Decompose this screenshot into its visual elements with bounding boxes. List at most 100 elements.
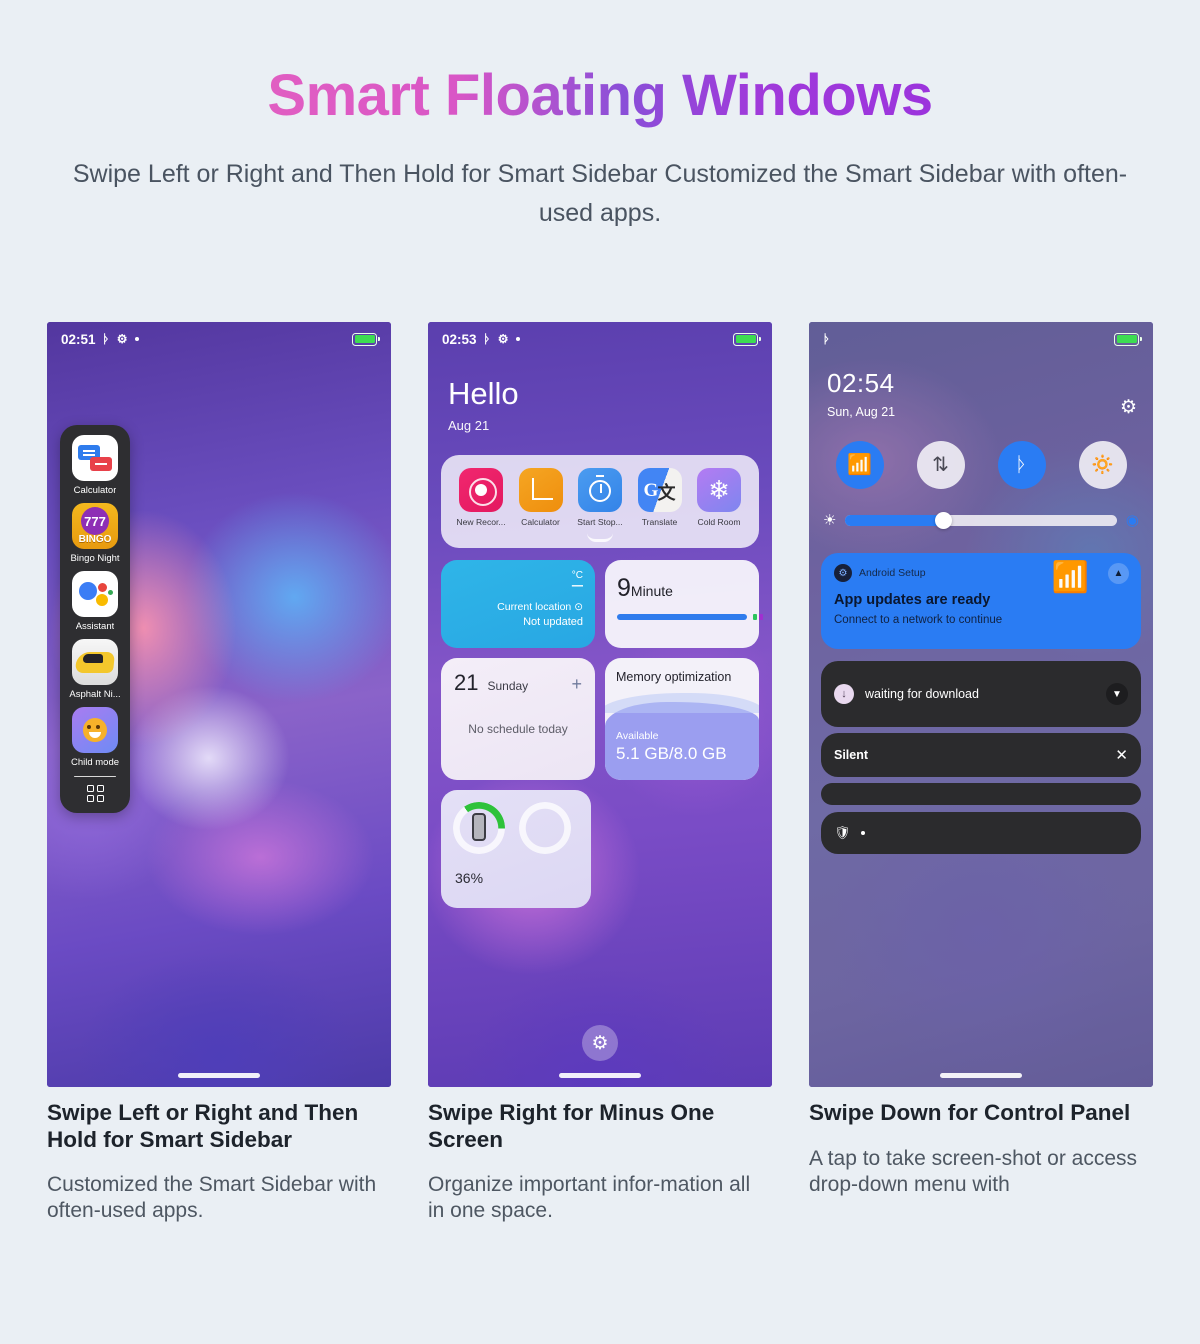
calendar-day-name: Sunday: [487, 679, 529, 693]
battery-icon: [1114, 332, 1142, 346]
bluetooth-icon: ᚦ: [823, 332, 831, 346]
shortcut-translate[interactable]: G文 Translate: [632, 468, 688, 527]
caption-2: Swipe Right for Minus One Screen Organiz…: [428, 1100, 772, 1225]
record-icon: [459, 468, 503, 512]
notification-waiting-download[interactable]: ↓ waiting for download ▼: [821, 661, 1141, 727]
chevron-up-icon[interactable]: ▲: [1108, 563, 1129, 584]
sidebar-app-bingo-night[interactable]: 777 BINGO Bingo Night: [65, 503, 125, 564]
sidebar-app-label: Asphalt Ni...: [69, 689, 121, 700]
asphalt-car-icon: [72, 639, 118, 685]
stopwatch-icon: [578, 468, 622, 512]
notification-silent-section[interactable]: Silent ✕: [821, 733, 1141, 777]
weather-location: Current location: [497, 601, 572, 613]
caption-heading: Swipe Left or Right and Then Hold for Sm…: [47, 1100, 359, 1152]
memory-value: 5.1 GB/8.0 GB: [616, 744, 727, 763]
weather-temp: –: [571, 574, 583, 596]
status-bar: 02:51 ᚦ ⚙: [47, 322, 391, 356]
home-indicator[interactable]: [940, 1073, 1022, 1078]
dot-icon: [860, 831, 865, 835]
memory-available-label: Available: [616, 730, 659, 742]
app-grid-icon[interactable]: [86, 785, 104, 803]
snowflake-icon: ❄: [697, 468, 741, 512]
bluetooth-icon: ᚦ: [102, 332, 110, 346]
notification-app-name: Android Setup: [859, 567, 926, 579]
memory-widget[interactable]: Memory optimization Available 5.1 GB/8.0…: [605, 658, 759, 780]
shortcut-label: Calculator: [521, 517, 560, 527]
sidebar-app-label: Assistant: [75, 621, 115, 632]
home-indicator[interactable]: [178, 1073, 260, 1078]
android-setup-icon: ⚙: [834, 564, 852, 582]
child-face-icon: [72, 707, 118, 753]
shortcut-label: New Recor...: [456, 517, 506, 527]
caption-1: Swipe Left or Right and Then Hold for Sm…: [47, 1100, 391, 1225]
mobile-data-toggle[interactable]: ⇅: [916, 441, 965, 489]
shortcut-cold-room[interactable]: ❄ Cold Room: [691, 468, 747, 527]
battery-icon: [352, 332, 380, 346]
auto-brightness-icon[interactable]: ◉: [1126, 511, 1139, 529]
shortcut-start-stopwatch[interactable]: Start Stop...: [572, 468, 628, 527]
weather-widget[interactable]: °C – Current location ⊙ Not updated: [441, 560, 595, 648]
quick-toggles: 📶 ⇅ ᚦ 🔅: [809, 441, 1153, 489]
bingo-word: BINGO: [78, 534, 112, 545]
google-translate-icon: G文: [637, 468, 682, 512]
dot-icon: [134, 337, 139, 341]
notification-shield[interactable]: 🛡: [821, 812, 1141, 854]
chevron-down-icon[interactable]: ▼: [1106, 683, 1128, 705]
sidebar-app-calculator[interactable]: Calculator: [65, 435, 125, 496]
notification-placeholder[interactable]: [821, 783, 1141, 805]
greeting-date: Aug 21: [448, 418, 490, 433]
caption-3: Swipe Down for Control Panel A tap to ta…: [809, 1100, 1153, 1225]
sidebar-app-label: Calculator: [73, 485, 117, 496]
phone-column-1: 02:51 ᚦ ⚙ Calculator 777 BINGO Bingo Nig…: [47, 322, 391, 1087]
status-time: 02:51: [61, 331, 96, 347]
chevron-down-icon[interactable]: [587, 533, 613, 542]
caption-heading: Swipe Right for Minus One Screen: [428, 1100, 715, 1152]
control-panel-header: 02:54 Sun, Aug 21 ⚙: [809, 356, 1153, 419]
smart-sidebar[interactable]: Calculator 777 BINGO Bingo Night Assista…: [60, 425, 130, 814]
widget-settings-button[interactable]: ⚙: [582, 1025, 618, 1061]
sidebar-app-assistant[interactable]: Assistant: [65, 571, 125, 632]
gear-icon: ⚙: [497, 332, 509, 346]
phone-screen-smart-sidebar: 02:51 ᚦ ⚙ Calculator 777 BINGO Bingo Nig…: [47, 322, 391, 1087]
shortcut-calculator[interactable]: Calculator: [513, 468, 569, 527]
page-title: Smart Floating Windows: [0, 0, 1200, 129]
plus-icon[interactable]: +: [571, 675, 582, 693]
timer-widget[interactable]: 9Minute: [605, 560, 759, 648]
home-indicator[interactable]: [559, 1073, 641, 1078]
notification-android-setup[interactable]: ⚙ Android Setup App updates are ready Co…: [821, 553, 1141, 649]
weather-status: Not updated: [523, 616, 583, 628]
brightness-icon: ☀: [823, 511, 837, 529]
notification-title: waiting for download: [865, 687, 979, 701]
calendar-widget[interactable]: 21 Sunday + No schedule today: [441, 658, 595, 780]
sidebar-app-child-mode[interactable]: Child mode: [65, 707, 125, 768]
download-icon: ↓: [834, 684, 854, 704]
wifi-off-icon: 📶: [1051, 561, 1089, 594]
greeting-text: Hello: [448, 376, 519, 411]
flashlight-toggle[interactable]: 🔅: [1078, 441, 1127, 489]
status-time: 02:53: [442, 331, 477, 347]
battery-ring-secondary: [519, 802, 571, 854]
shortcut-label: Start Stop...: [577, 517, 623, 527]
location-pin-icon: ⊙: [574, 601, 583, 613]
brightness-slider[interactable]: [845, 511, 1117, 529]
caption-heading: Swipe Down for Control Panel: [809, 1100, 1131, 1125]
battery-widget[interactable]: 36%: [441, 790, 591, 908]
app-shortcuts-card: New Recor... Calculator Start Stop... G文…: [441, 455, 759, 548]
bingo-badge: 777: [81, 507, 109, 535]
battery-percent: 36%: [455, 870, 484, 886]
caption-body: A tap to take screen-shot or access drop…: [809, 1146, 1138, 1196]
timer-unit: Minute: [630, 583, 673, 599]
timer-progress-bar: [617, 614, 757, 620]
phone-column-3: ᚦ 02:54 Sun, Aug 21 ⚙ 📶 ⇅ ᚦ 🔅 ☀ ◉ ⚙ Andr…: [809, 322, 1153, 1087]
status-bar: ᚦ: [809, 322, 1153, 356]
close-icon[interactable]: ✕: [1115, 746, 1128, 764]
shortcut-new-record[interactable]: New Recor...: [453, 468, 509, 527]
shortcut-label: Translate: [641, 517, 678, 527]
calculator-icon: [72, 435, 118, 481]
bluetooth-toggle[interactable]: ᚦ: [997, 441, 1046, 489]
caption-body: Organize important infor-mation all in o…: [428, 1173, 751, 1223]
gear-icon[interactable]: ⚙: [1120, 396, 1137, 419]
sidebar-app-label: Child mode: [70, 757, 120, 768]
wifi-toggle[interactable]: 📶: [835, 441, 884, 489]
sidebar-app-asphalt[interactable]: Asphalt Ni...: [65, 639, 125, 700]
